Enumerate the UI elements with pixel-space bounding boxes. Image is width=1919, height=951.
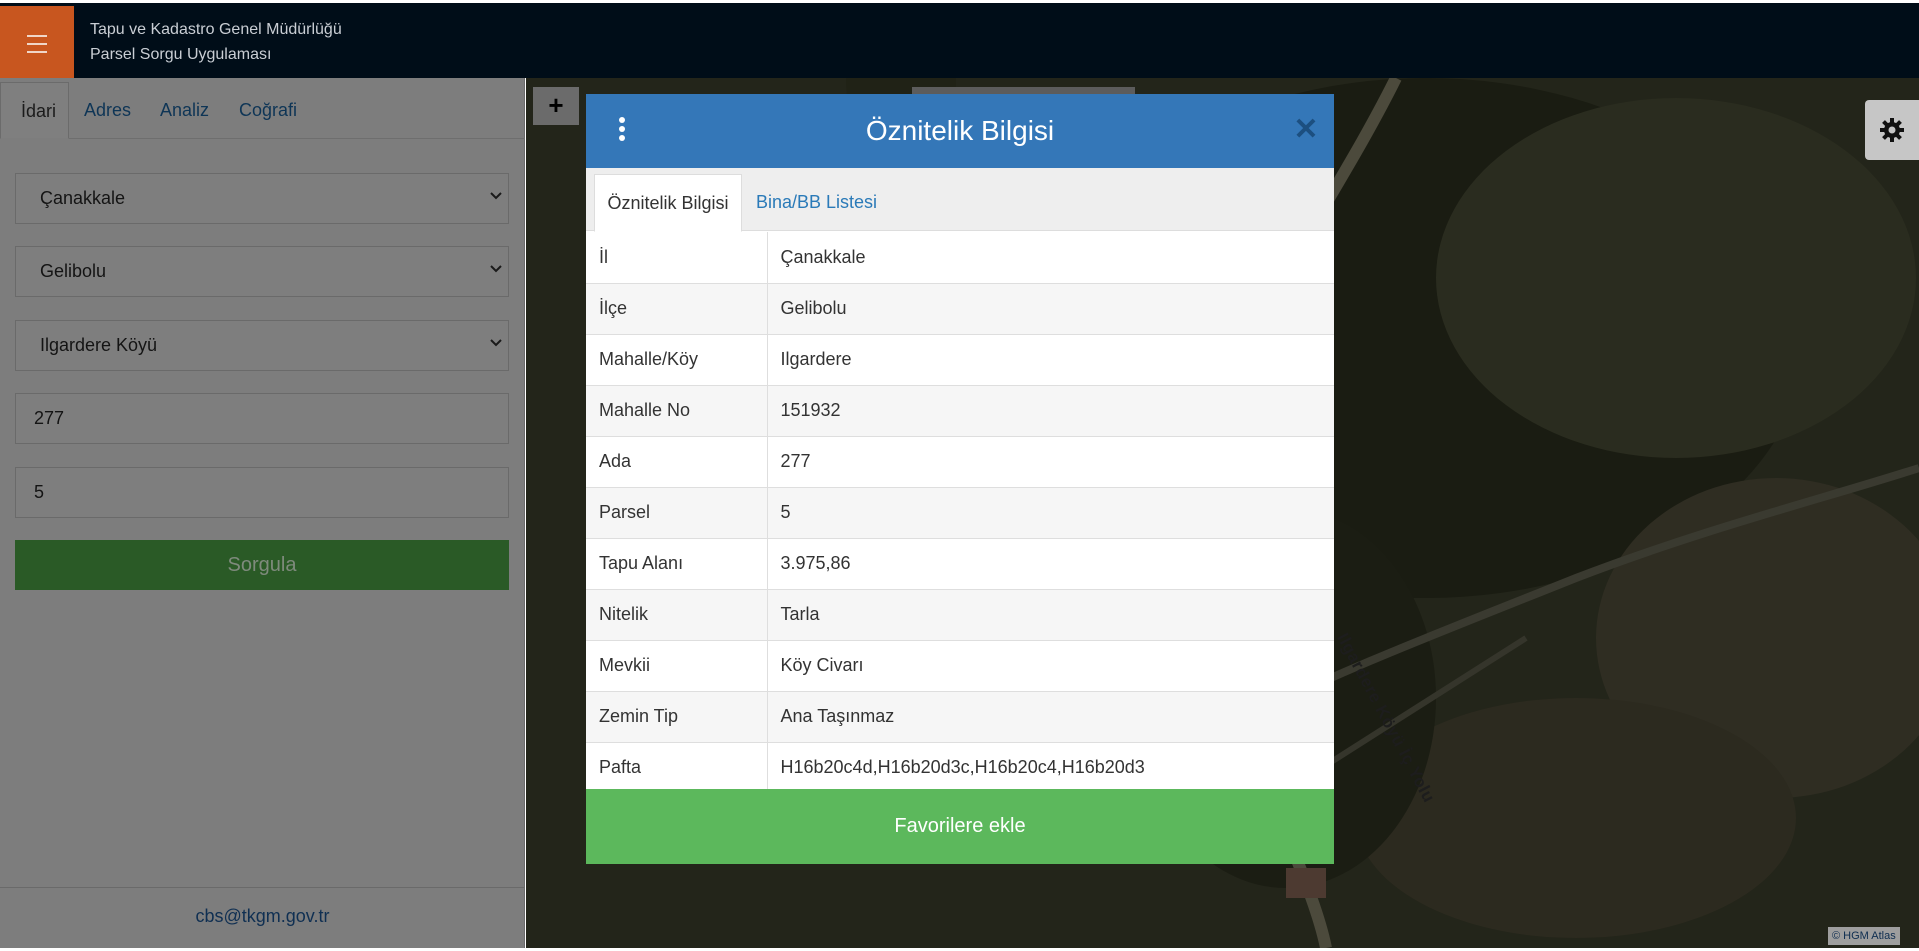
add-to-favorites-button[interactable]: Favorilere ekle <box>586 789 1334 864</box>
table-row: Nitelik Tarla <box>586 589 1334 641</box>
table-row: Zemin Tip Ana Taşınmaz <box>586 691 1334 743</box>
table-row: Mevkii Köy Civarı <box>586 640 1334 692</box>
row-key: Mahalle/Köy <box>586 334 768 386</box>
mahalle-select-value: Ilgardere Köyü <box>40 335 158 355</box>
row-key: İl <box>586 232 768 284</box>
footer-divider <box>0 887 525 888</box>
hamburger-menu-button[interactable] <box>0 6 74 81</box>
mahalle-select[interactable]: Ilgardere Köyü <box>15 320 509 371</box>
close-button[interactable]: ✕ <box>1292 115 1320 145</box>
row-value: 151932 <box>767 385 1334 437</box>
row-value: Gelibolu <box>767 283 1334 335</box>
app-title-line1: Tapu ve Kadastro Genel Müdürlüğü <box>90 21 342 38</box>
il-select-value: Çanakkale <box>40 188 126 208</box>
app-header: Tapu ve Kadastro Genel Müdürlüğü Parsel … <box>0 0 1919 81</box>
attribute-table: İl Çanakkale İlçe Gelibolu Mahalle/Köy Ilga… <box>586 232 1334 794</box>
row-key: Zemin Tip <box>586 691 768 743</box>
modal-header: Öznitelik Bilgisi ✕ <box>586 94 1334 168</box>
row-key: İlçe <box>586 283 768 335</box>
row-value: 277 <box>767 436 1334 488</box>
sidebar-tabs: İdari Adres Analiz Coğrafi <box>0 82 525 139</box>
row-key: Nitelik <box>586 589 768 641</box>
ilce-select-value: Gelibolu <box>40 261 107 281</box>
table-row: İl Çanakkale <box>586 232 1334 284</box>
tab-idari[interactable]: İdari <box>0 82 70 139</box>
row-value: 5 <box>767 487 1334 539</box>
parsel-input[interactable]: 5 <box>15 467 509 518</box>
map-attribution: © HGM Atlas <box>1828 927 1900 945</box>
settings-button[interactable] <box>1865 100 1919 160</box>
tab-adres[interactable]: Adres <box>84 82 131 139</box>
il-select[interactable]: Çanakkale <box>15 173 509 224</box>
app-title-line2: Parsel Sorgu Uygulaması <box>90 46 272 63</box>
row-value: 3.975,86 <box>767 538 1334 590</box>
tab-cografi[interactable]: Coğrafi <box>239 82 297 139</box>
row-value: Ilgardere <box>767 334 1334 386</box>
zoom-in-button[interactable]: + <box>533 87 579 125</box>
tab-bina-bb-listesi[interactable]: Bina/BB Listesi <box>756 174 877 232</box>
row-key: Tapu Alanı <box>586 538 768 590</box>
tab-analiz[interactable]: Analiz <box>160 82 209 139</box>
modal-tabs: Öznitelik Bilgisi Bina/BB Listesi <box>586 168 1334 232</box>
sorgula-button[interactable]: Sorgula <box>15 540 509 590</box>
table-row: Ada 277 <box>586 436 1334 488</box>
table-row: İlçe Gelibolu <box>586 283 1334 335</box>
hamburger-icon <box>27 32 47 56</box>
table-row: Pafta H16b20c4d,H16b20d3c,H16b20c4,H16b20… <box>586 742 1334 794</box>
modal-title: Öznitelik Bilgisi <box>865 115 1055 146</box>
table-row: Mahalle No 151932 <box>586 385 1334 437</box>
chevron-down-icon <box>490 339 502 347</box>
row-key: Mahalle No <box>586 385 768 437</box>
ada-input[interactable]: 277 <box>15 393 509 444</box>
gear-icon <box>1880 118 1904 142</box>
attribute-info-modal: Öznitelik Bilgisi ✕ Öznitelik Bilgisi Bi… <box>586 94 1334 864</box>
table-row: Tapu Alanı 3.975,86 <box>586 538 1334 590</box>
more-options-icon[interactable] <box>617 117 627 147</box>
contact-email-link[interactable]: cbs@tkgm.gov.tr <box>0 906 525 927</box>
row-key: Pafta <box>586 742 768 794</box>
table-row: Mahalle/Köy Ilgardere <box>586 334 1334 386</box>
tab-oznitelik-bilgisi[interactable]: Öznitelik Bilgisi <box>594 174 742 232</box>
row-key: Parsel <box>586 487 768 539</box>
row-value: Tarla <box>767 589 1334 641</box>
row-key: Mevkii <box>586 640 768 692</box>
attribution-link[interactable]: © HGM Atlas <box>1832 930 1896 942</box>
app-title: Tapu ve Kadastro Genel Müdürlüğü Parsel … <box>90 17 342 67</box>
ilce-select[interactable]: Gelibolu <box>15 246 509 297</box>
query-sidebar: İdari Adres Analiz Coğrafi Çanakkale Gel… <box>0 78 525 948</box>
row-key: Ada <box>586 436 768 488</box>
row-value: Ana Taşınmaz <box>767 691 1334 743</box>
row-value: H16b20c4d,H16b20d3c,H16b20c4,H16b20d3 <box>767 742 1334 794</box>
chevron-down-icon <box>490 192 502 200</box>
row-value: Çanakkale <box>767 232 1334 284</box>
table-row: Parsel 5 <box>586 487 1334 539</box>
chevron-down-icon <box>490 265 502 273</box>
row-value: Köy Civarı <box>767 640 1334 692</box>
